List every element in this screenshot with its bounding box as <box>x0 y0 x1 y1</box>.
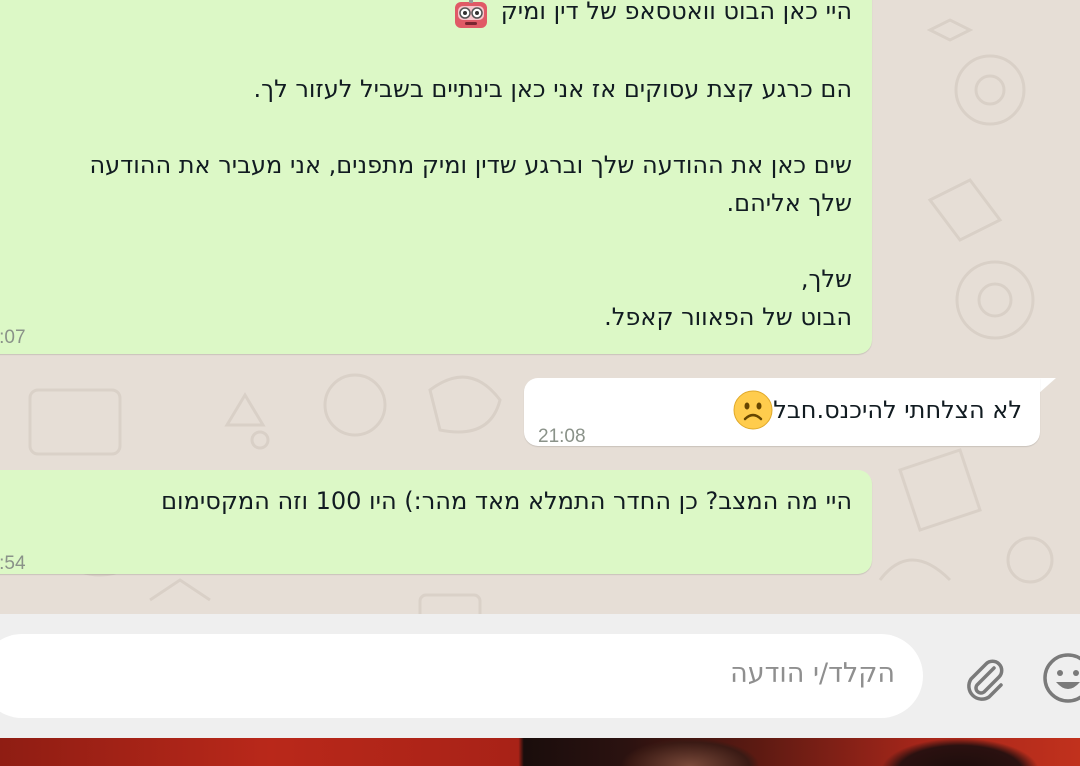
message-text: היי מה המצב? כן החדר התמלא מאד מהר:) היו… <box>161 487 852 515</box>
message-composer: הקלד/י הודעה <box>0 614 1080 738</box>
message-text-line: שלך, <box>800 265 852 293</box>
video-frame-person <box>620 738 760 766</box>
message-timestamp: 21:54 <box>0 553 26 574</box>
message-text-line: שלך אליהם. <box>726 189 852 217</box>
message-bubble-incoming[interactable]: היי כאן הבוט וואטסאפ של דין ומיק הם כרגע… <box>0 0 872 354</box>
video-preview-strip <box>0 738 1080 766</box>
message-text-line: הבוט של הפאוור קאפל. <box>604 303 852 331</box>
message-text: לא הצלחתי להיכנס.חבל <box>773 396 1022 424</box>
video-frame-person <box>880 738 1040 766</box>
message-bubble-outgoing[interactable]: לא הצלחתי להיכנס.חבל 21:08 <box>524 378 1040 447</box>
message-text-line: שים כאן את ההודעה שלך וברגע שדין ומיק מת… <box>89 151 852 179</box>
message-input-placeholder: הקלד/י הודעה <box>730 658 895 689</box>
message-timestamp: 21:07 <box>0 327 26 348</box>
message-bubble-incoming[interactable]: היי מה המצב? כן החדר התמלא מאד מהר:) היו… <box>0 470 872 574</box>
message-input[interactable]: הקלד/י הודעה <box>0 634 923 718</box>
sad-face-emoji <box>733 390 773 430</box>
robot-emoji <box>455 0 488 28</box>
chat-area[interactable]: היי כאן הבוט וואטסאפ של דין ומיק הם כרגע… <box>0 0 1080 614</box>
paperclip-icon[interactable] <box>960 654 1008 702</box>
smiley-icon[interactable] <box>1040 650 1080 706</box>
message-text-line: הם כרגע קצת עסוקים אז אני כאן בינתיים בש… <box>253 75 852 103</box>
bubble-tail <box>1038 378 1056 394</box>
message-text-line: היי כאן הבוט וואטסאפ של דין ומיק <box>0 0 852 32</box>
message-timestamp: 21:08 <box>538 426 586 447</box>
